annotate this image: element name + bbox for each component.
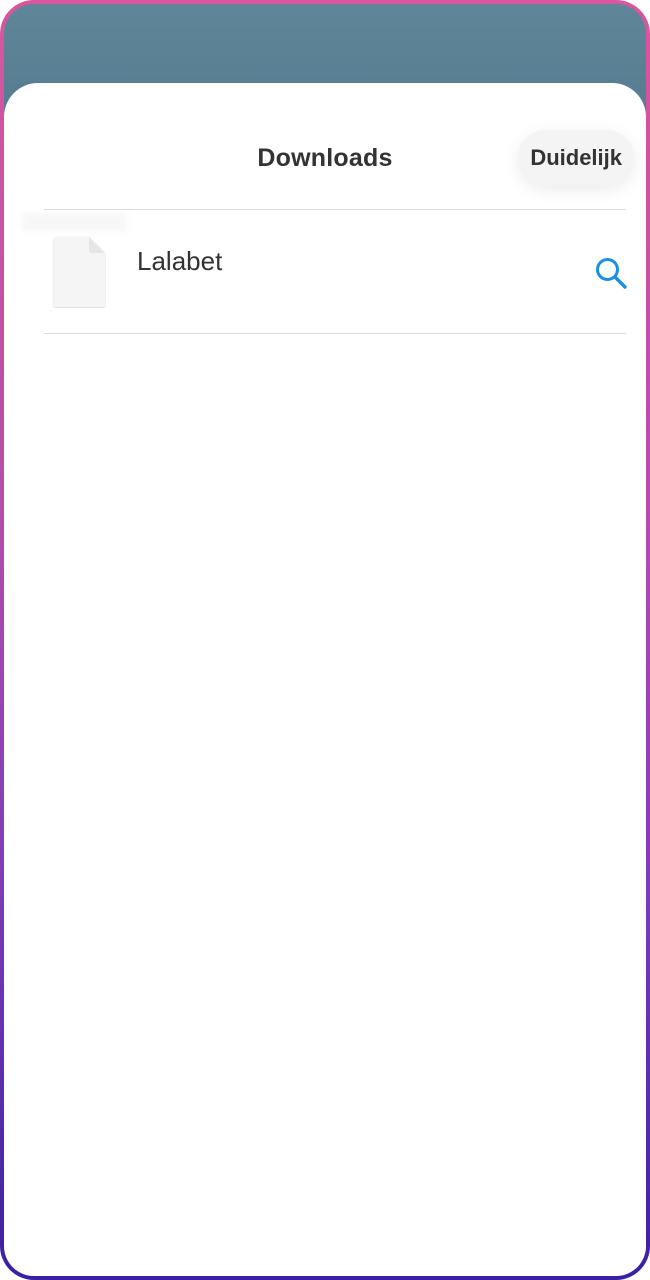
screen: Downloads Duidelijk Lalabet	[4, 4, 646, 1276]
sheet-header: Downloads Duidelijk	[4, 83, 646, 213]
file-name: Lalabet	[137, 246, 223, 276]
clear-button[interactable]: Duidelijk	[518, 130, 634, 186]
search-icon[interactable]	[594, 256, 628, 290]
file-icon	[54, 237, 105, 307]
downloads-sheet: Downloads Duidelijk Lalabet	[4, 83, 646, 1276]
download-item[interactable]: Lalabet	[44, 210, 628, 333]
device-frame: Downloads Duidelijk Lalabet	[0, 0, 650, 1280]
list-divider-bottom	[44, 333, 626, 334]
